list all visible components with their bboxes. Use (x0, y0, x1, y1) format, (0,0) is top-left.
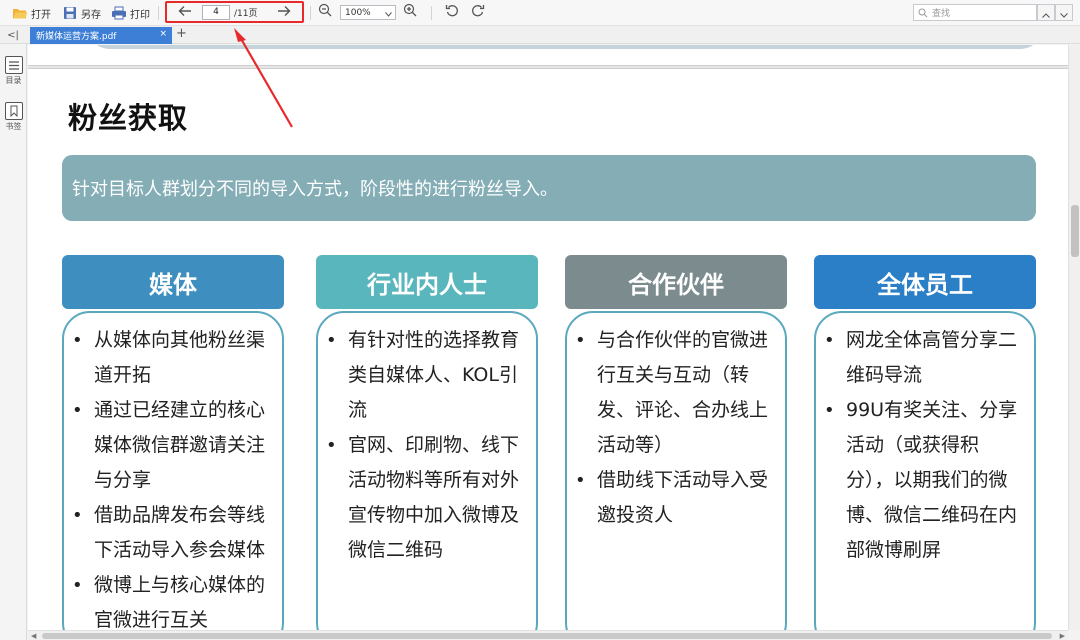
summary-banner: 针对目标人群划分不同的导入方式，阶段性的进行粉丝导入。 (62, 155, 1036, 221)
bullet-list: 从媒体向其他粉丝渠道开拓通过已经建立的核心媒体微信群邀请关注与分享借助品牌发布会… (72, 323, 272, 630)
collapse-sidebar-button[interactable]: <| (4, 27, 22, 43)
bullet-list: 与合作伙伴的官微进行互关与互动（转发、评论、合办线上活动等）借助线下活动导入受邀… (575, 323, 775, 533)
rotate-right-button[interactable] (470, 3, 486, 19)
chevron-up-icon (1042, 3, 1050, 22)
bullet-item: 借助线下活动导入受邀投资人 (575, 463, 775, 533)
save-as-label: 另存 (81, 9, 101, 21)
chevron-down-icon (1060, 3, 1068, 22)
bullet-item: 网龙全体高管分享二维码导流 (824, 323, 1024, 393)
page-total-label: /11页 (234, 9, 258, 19)
column-heading: 媒体 (62, 255, 284, 309)
category-column: 全体员工网龙全体高管分享二维码导流99U有奖关注、分享活动（或获得积分），以期我… (814, 255, 1036, 630)
search-next-button[interactable] (1055, 4, 1073, 21)
sidebar-item-label: 书签 (5, 122, 22, 131)
search-previous-button[interactable] (1037, 4, 1055, 21)
zoom-out-icon (318, 2, 332, 21)
open-label: 打开 (31, 9, 51, 21)
zoom-in-icon (403, 2, 417, 21)
page-title: 粉丝获取 (68, 101, 189, 135)
open-button[interactable]: 打开 (12, 3, 51, 23)
print-button[interactable]: 打印 (111, 3, 150, 23)
bullet-item: 从媒体向其他粉丝渠道开拓 (72, 323, 272, 393)
zoom-level-value: 100% (345, 7, 371, 18)
sidebar-item-toc[interactable]: 目录 (2, 56, 25, 86)
left-sidebar: 目录 书签 (0, 44, 27, 640)
bullet-item: 有针对性的选择教育类自媒体人、KOL引流 (326, 323, 526, 428)
folder-open-icon (12, 5, 28, 21)
column-heading: 合作伙伴 (565, 255, 787, 309)
zoom-out-button[interactable] (317, 3, 333, 19)
sidebar-item-label: 目录 (5, 76, 22, 85)
list-icon (4, 56, 23, 74)
save-icon (62, 5, 78, 21)
column-body: 网龙全体高管分享二维码导流99U有奖关注、分享活动（或获得积分），以期我们的微博… (814, 311, 1036, 630)
toolbar-divider (431, 6, 432, 20)
rotate-right-icon (471, 2, 485, 21)
search-placeholder: 查找 (932, 9, 951, 19)
toolbar-divider (310, 6, 311, 20)
rotate-left-icon (445, 2, 459, 21)
sidebar-item-bookmarks[interactable]: 书签 (2, 102, 25, 132)
vertical-scrollbar[interactable] (1068, 45, 1080, 630)
page-number-input[interactable]: 4 (202, 5, 230, 20)
bullet-item: 借助品牌发布会等线下活动导入参会媒体 (72, 498, 272, 568)
bullet-list: 有针对性的选择教育类自媒体人、KOL引流官网、印刷物、线下活动物料等所有对外宣传… (326, 323, 526, 568)
vertical-scroll-thumb[interactable] (1071, 205, 1079, 257)
printer-icon (111, 5, 127, 21)
column-body: 与合作伙伴的官微进行互关与互动（转发、评论、合办线上活动等）借助线下活动导入受邀… (565, 311, 787, 630)
chevron-down-icon (385, 10, 392, 20)
scroll-right-icon[interactable]: ▶ (1060, 632, 1065, 640)
column-heading: 全体员工 (814, 255, 1036, 309)
toolbar-divider (158, 6, 159, 20)
bookmark-icon (4, 102, 23, 120)
bullet-item: 99U有奖关注、分享活动（或获得积分），以期我们的微博、微信二维码在内部微博刷屏 (824, 393, 1024, 568)
arrow-right-icon (277, 2, 291, 21)
bullet-item: 微博上与核心媒体的官微进行互关 (72, 568, 272, 630)
bullet-item: 与合作伙伴的官微进行互关与互动（转发、评论、合办线上活动等） (575, 323, 775, 463)
document-viewport[interactable]: 粉丝获取 针对目标人群划分不同的导入方式，阶段性的进行粉丝导入。 媒体从媒体向其… (28, 45, 1068, 630)
previous-page-button[interactable] (177, 3, 193, 19)
next-page-button[interactable] (276, 3, 292, 19)
zoom-in-button[interactable] (402, 3, 418, 19)
search-icon (918, 8, 928, 21)
arrow-left-icon (178, 2, 192, 21)
search-input[interactable]: 查找 (913, 4, 1037, 21)
horizontal-scrollbar[interactable]: ◀ ▶ (28, 630, 1068, 640)
bullet-item: 官网、印刷物、线下活动物料等所有对外宣传物中加入微博及微信二维码 (326, 428, 526, 568)
category-column: 媒体从媒体向其他粉丝渠道开拓通过已经建立的核心媒体微信群邀请关注与分享借助品牌发… (62, 255, 284, 630)
rotate-left-button[interactable] (444, 3, 460, 19)
tab-title: 新媒体运营方案.pdf (36, 32, 117, 42)
bullet-item: 通过已经建立的核心媒体微信群邀请关注与分享 (72, 393, 272, 498)
previous-page-shape (86, 45, 1044, 49)
main-toolbar: 打开 另存 打印 4 /11页 100% 查找 (0, 0, 1080, 26)
add-tab-button[interactable]: + (176, 26, 187, 41)
column-body: 从媒体向其他粉丝渠道开拓通过已经建立的核心媒体微信群邀请关注与分享借助品牌发布会… (62, 311, 284, 630)
scroll-left-icon[interactable]: ◀ (31, 632, 36, 640)
document-tab-bar: <| 新媒体运营方案.pdf × + (0, 26, 1080, 44)
save-as-button[interactable]: 另存 (62, 3, 101, 23)
tab-document[interactable]: 新媒体运营方案.pdf × (30, 27, 172, 44)
category-column: 合作伙伴与合作伙伴的官微进行互关与互动（转发、评论、合办线上活动等）借助线下活动… (565, 255, 787, 630)
page-separator (28, 65, 1068, 69)
category-column: 行业内人士有针对性的选择教育类自媒体人、KOL引流官网、印刷物、线下活动物料等所… (316, 255, 538, 630)
close-tab-icon[interactable]: × (159, 29, 167, 39)
zoom-level-select[interactable]: 100% (340, 5, 396, 20)
print-label: 打印 (130, 9, 150, 21)
column-heading: 行业内人士 (316, 255, 538, 309)
bullet-list: 网龙全体高管分享二维码导流99U有奖关注、分享活动（或获得积分），以期我们的微博… (824, 323, 1024, 568)
column-body: 有针对性的选择教育类自媒体人、KOL引流官网、印刷物、线下活动物料等所有对外宣传… (316, 311, 538, 630)
horizontal-scroll-thumb[interactable] (42, 633, 1052, 639)
